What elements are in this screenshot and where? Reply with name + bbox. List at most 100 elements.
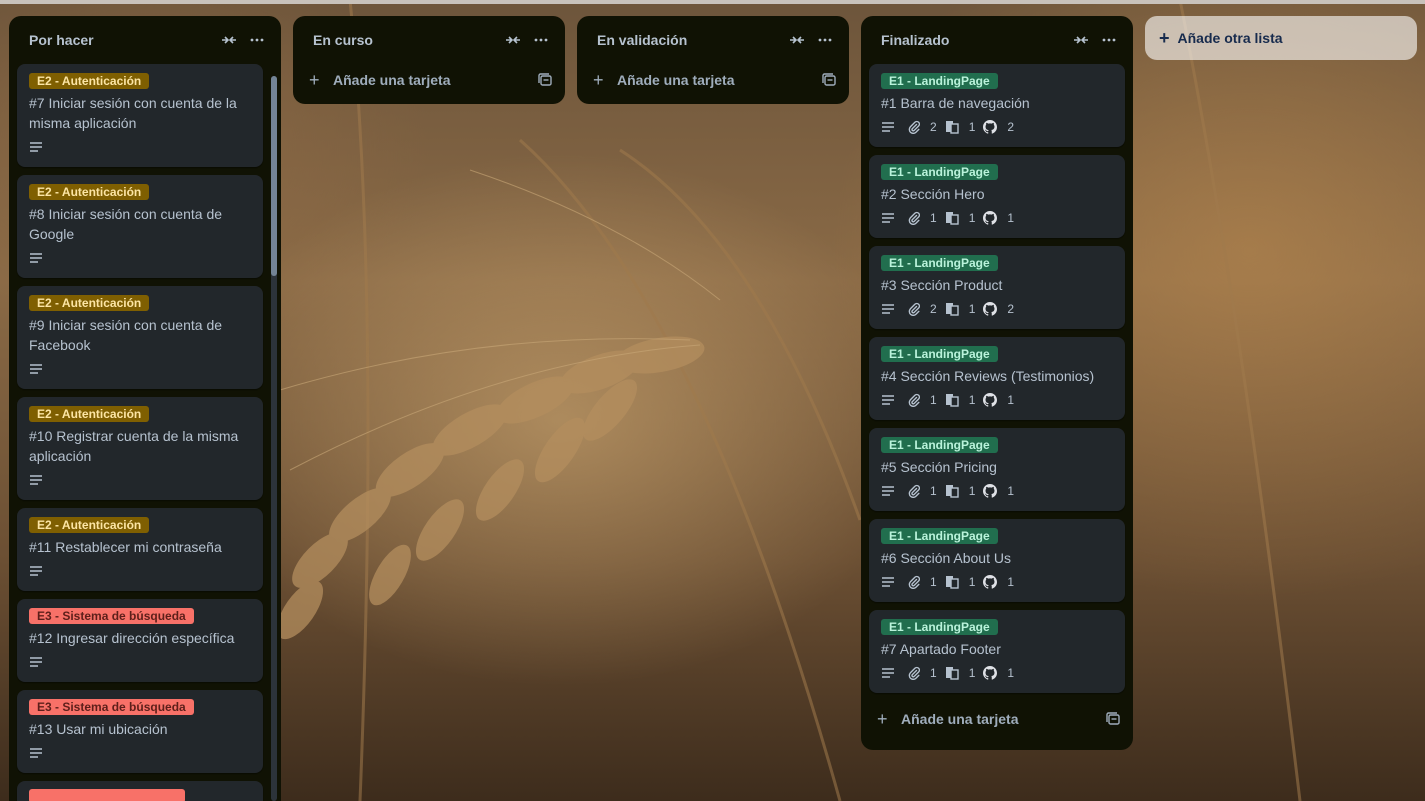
paperclip-icon — [908, 666, 925, 680]
ellipsis-icon[interactable] — [529, 28, 553, 52]
collapse-arrows-icon[interactable] — [501, 28, 525, 52]
list-header: Finalizado — [861, 16, 1133, 64]
card-title: #5 Sección Pricing — [881, 459, 997, 475]
card-label: E1 - LandingPage — [881, 437, 998, 453]
github-icon — [983, 575, 1002, 589]
card-title: #7 Iniciar sesión con cuenta de la misma… — [29, 95, 237, 131]
card[interactable]: E1 - LandingPage #1 Barra de navegación 2 1… — [869, 64, 1125, 147]
top-strip — [0, 0, 1425, 4]
github-icon — [983, 484, 1002, 498]
card[interactable]: E3 - Sistema de búsqueda #13 Usar mi ubi… — [17, 690, 263, 773]
card-label: E1 - LandingPage — [881, 346, 998, 362]
github-icon — [983, 120, 1002, 134]
github-count: 2 — [1007, 120, 1015, 134]
card[interactable]: E2 - Autenticación #11 Restablecer mi co… — [17, 508, 263, 591]
card[interactable]: E1 - LandingPage #3 Sección Product 2 1 2 — [869, 246, 1125, 329]
checklist-badge: 1 — [945, 302, 976, 316]
card-title: #12 Ingresar dirección específica — [29, 630, 235, 646]
checklist-badge: 1 — [945, 484, 975, 498]
card[interactable]: E2 - Autenticación #10 Registrar cuenta … — [17, 397, 263, 500]
github-badge: 1 — [983, 393, 1014, 407]
add-card-button[interactable]: + Añade una tarjeta — [861, 699, 1133, 739]
paperclip-icon — [908, 484, 925, 498]
github-icon — [983, 302, 1002, 316]
document-icon — [945, 666, 964, 680]
collapse-arrows-icon[interactable] — [217, 28, 241, 52]
checklist-count: 1 — [968, 120, 976, 134]
add-list-label: Añade otra lista — [1177, 30, 1283, 46]
add-list-button[interactable]: + Añade otra lista — [1145, 16, 1417, 60]
github-count: 1 — [1007, 484, 1015, 498]
card-label: E1 - LandingPage — [881, 528, 998, 544]
ellipsis-icon[interactable] — [1097, 28, 1121, 52]
github-badge: 1 — [983, 666, 1014, 680]
paperclip-icon — [908, 302, 925, 316]
card-title: #4 Sección Reviews (Testimonios) — [881, 368, 1095, 384]
card-badges — [29, 135, 251, 159]
list-header: En curso — [293, 16, 565, 64]
card-list: E2 - Autenticación #7 Iniciar sesión con… — [9, 64, 281, 801]
checklist-count: 1 — [968, 302, 976, 316]
card[interactable]: E1 - LandingPage #7 Apartado Footer 1 1 1 — [869, 610, 1125, 693]
card-title: #6 Sección About Us — [881, 550, 1011, 566]
add-card-button[interactable]: + Añade una tarjeta — [293, 60, 565, 100]
list-title[interactable]: En validación — [597, 32, 781, 48]
collapse-arrows-icon[interactable] — [785, 28, 809, 52]
card[interactable]: E1 - LandingPage #2 Sección Hero 1 1 1 — [869, 155, 1125, 238]
ellipsis-icon[interactable] — [813, 28, 837, 52]
card-badges — [29, 650, 251, 674]
description-lines-icon — [29, 565, 48, 577]
card-label: E1 - LandingPage — [881, 619, 998, 635]
card[interactable]: E1 - LandingPage #5 Sección Pricing 1 1 1 — [869, 428, 1125, 511]
card[interactable]: E2 - Autenticación #9 Iniciar sesión con… — [17, 286, 263, 389]
github-count: 1 — [1007, 666, 1015, 680]
card[interactable]: E1 - LandingPage #6 Sección About Us 1 1 1 — [869, 519, 1125, 602]
card-template-icon[interactable] — [821, 72, 837, 88]
card[interactable]: E2 - Autenticación #7 Iniciar sesión con… — [17, 64, 263, 167]
card-badges — [29, 468, 251, 492]
card-template-icon[interactable] — [1105, 711, 1121, 727]
list-title[interactable]: Por hacer — [29, 32, 213, 48]
card-partial[interactable] — [17, 781, 263, 801]
document-icon — [945, 211, 964, 225]
card-template-icon[interactable] — [537, 72, 553, 88]
description-lines-icon — [29, 656, 48, 668]
scroll-thumb[interactable] — [271, 76, 277, 276]
card-badges: 1 1 1 — [881, 661, 1113, 685]
collapse-arrows-icon[interactable] — [1069, 28, 1093, 52]
paperclip-icon — [908, 575, 925, 589]
card-title: #10 Registrar cuenta de la misma aplicac… — [29, 428, 239, 464]
card[interactable]: E2 - Autenticación #8 Iniciar sesión con… — [17, 175, 263, 278]
card-label: E3 - Sistema de búsqueda — [29, 699, 194, 715]
card-label: E1 - LandingPage — [881, 73, 998, 89]
card[interactable]: E1 - LandingPage #4 Sección Reviews (Test… — [869, 337, 1125, 420]
plus-icon: + — [1159, 28, 1170, 48]
paperclip-icon — [908, 393, 925, 407]
card-title: #7 Apartado Footer — [881, 641, 1001, 657]
card-label: E2 - Autenticación — [29, 517, 150, 533]
description-lines-icon — [881, 667, 900, 679]
card-badges — [29, 559, 251, 583]
document-icon — [945, 120, 964, 134]
description-lines-icon — [881, 485, 900, 497]
description-lines-icon — [29, 141, 48, 153]
list-por-hacer: Por hacer E2 - Autenticación #7 Iniciar … — [9, 16, 281, 801]
ellipsis-icon[interactable] — [245, 28, 269, 52]
list-title[interactable]: En curso — [313, 32, 497, 48]
card-badges: 1 1 1 — [881, 570, 1113, 594]
plus-icon: + — [593, 70, 604, 90]
list-scrollbar[interactable] — [271, 76, 277, 801]
attachments-count: 1 — [930, 393, 937, 407]
card-label: E3 - Sistema de búsqueda — [29, 608, 194, 624]
card[interactable]: E3 - Sistema de búsqueda #12 Ingresar di… — [17, 599, 263, 682]
document-icon — [945, 575, 964, 589]
document-icon — [945, 393, 964, 407]
checklist-count: 1 — [968, 393, 976, 407]
github-badge: 2 — [983, 302, 1014, 316]
github-count: 1 — [1007, 211, 1015, 225]
add-card-button[interactable]: + Añade una tarjeta — [577, 60, 849, 100]
list-title[interactable]: Finalizado — [881, 32, 1065, 48]
card-label: E2 - Autenticación — [29, 73, 150, 89]
add-card-label: Añade una tarjeta — [617, 72, 735, 88]
github-badge: 2 — [983, 120, 1014, 134]
